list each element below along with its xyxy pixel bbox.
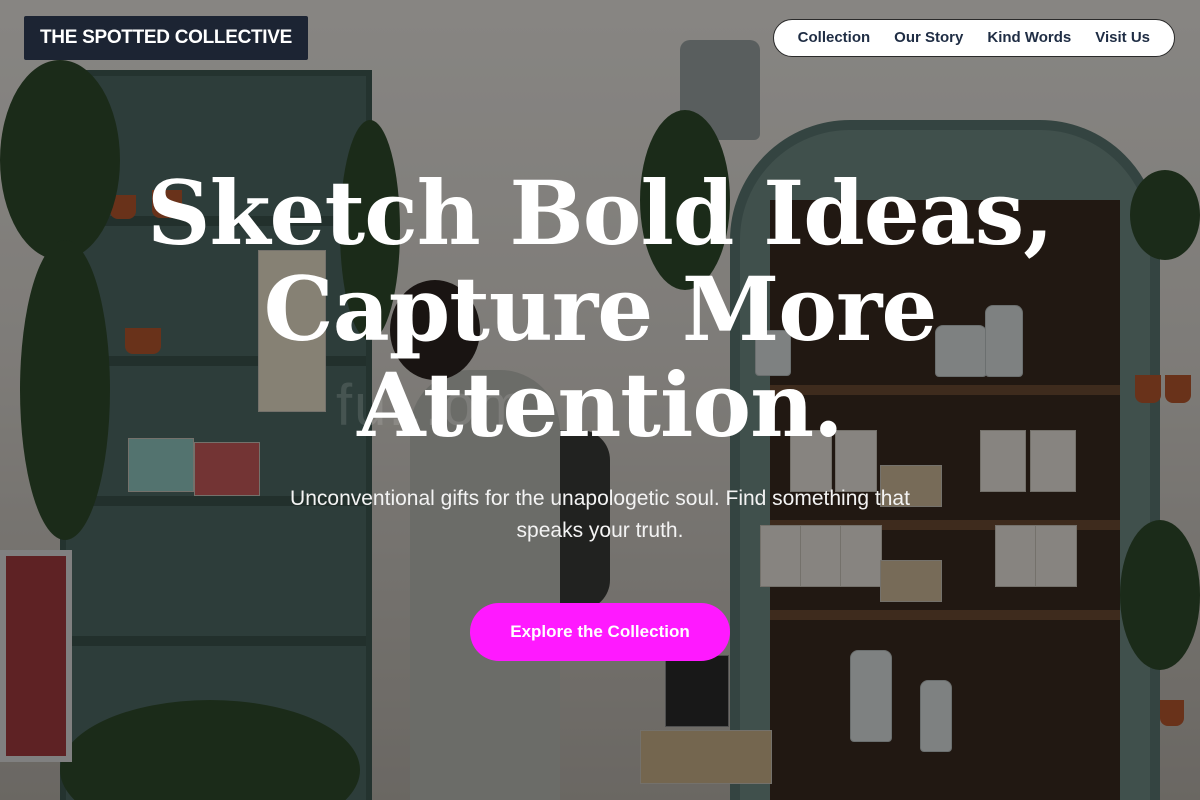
nav-item-our-story[interactable]: Our Story bbox=[882, 20, 975, 56]
nav-item-visit-us[interactable]: Visit Us bbox=[1083, 20, 1162, 56]
hero-headline: Sketch Bold Ideas, Capture More Attentio… bbox=[100, 165, 1100, 453]
main-nav: Collection Our Story Kind Words Visit Us bbox=[772, 19, 1175, 57]
headline-line-3: Attention. bbox=[357, 353, 843, 457]
explore-collection-button[interactable]: Explore the Collection bbox=[470, 603, 730, 661]
nav-item-kind-words[interactable]: Kind Words bbox=[975, 20, 1083, 56]
hero-subtitle: Unconventional gifts for the unapologeti… bbox=[290, 487, 910, 542]
headline-line-1: Sketch Bold Ideas, bbox=[147, 161, 1054, 265]
nav-item-collection[interactable]: Collection bbox=[786, 20, 883, 56]
brand-logo[interactable]: THE SPOTTED COLLECTIVE bbox=[24, 16, 309, 60]
headline-line-2: Capture More bbox=[263, 257, 938, 361]
hero-section: Sketch Bold Ideas, Capture More Attentio… bbox=[0, 165, 1200, 661]
